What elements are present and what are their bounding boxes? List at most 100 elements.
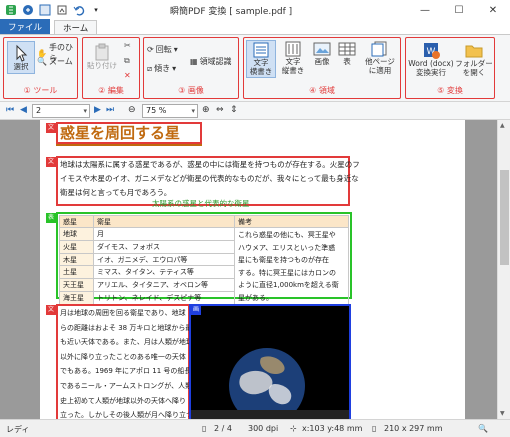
table-header-cell: 備考 bbox=[234, 215, 349, 228]
customize-chevron-icon[interactable]: ▾ bbox=[89, 3, 103, 17]
title-bar: ▾ 瞬簡PDF 変換 [ sample.pdf ] — ☐ ✕ bbox=[0, 0, 510, 20]
fit-width-icon[interactable]: ⇔ bbox=[216, 105, 224, 115]
status-page: 2 / 4 bbox=[214, 424, 232, 433]
pdf-page: 文 惑星を周回する星 文 地球は太陽系に属する惑星であるが、惑星の中には衛星を持… bbox=[40, 120, 465, 419]
tilt-button[interactable]: ⧄ 傾き ▾ bbox=[147, 63, 176, 74]
table-cell: 土星 bbox=[59, 265, 94, 280]
table-note-line: これら惑星の他にも、冥王星や bbox=[238, 231, 336, 239]
capture-icon[interactable] bbox=[55, 3, 69, 17]
copy-button[interactable]: ⧉ bbox=[124, 56, 130, 66]
zoom-level-value: 75 % bbox=[146, 106, 167, 115]
navigation-bar: ⏮ ◀ 2 ▾ ▶ ⏭ ⊖ 75 % ▾ ⊕ ⇔ ⇕ bbox=[0, 102, 510, 120]
tab-file[interactable]: ファイル bbox=[0, 19, 51, 34]
clipboard-icon bbox=[95, 43, 109, 61]
scrollbar-thumb[interactable] bbox=[500, 170, 509, 265]
text-vertical-label: 文字 縦書き bbox=[281, 57, 305, 75]
zoom-level-select[interactable]: 75 % ▾ bbox=[142, 104, 198, 118]
maximize-button[interactable]: ☐ bbox=[442, 0, 476, 20]
text-vertical-button[interactable]: 文字 縦書き bbox=[279, 41, 307, 75]
area-recognize-button[interactable]: ▦ 領域認識 bbox=[190, 56, 232, 67]
table-region-label: 表 bbox=[343, 57, 351, 66]
close-button[interactable]: ✕ bbox=[476, 0, 510, 20]
apply-pages-icon bbox=[371, 41, 387, 57]
ribbon: 選択 ✋ 手のひら 🔍 ズーム ① ツール 貼り付け ✂ ⧉ ✕ ② 編集 ⟳ 回転 ▾… bbox=[0, 35, 510, 102]
search-icon[interactable]: 🔍 bbox=[478, 424, 488, 433]
group-edit-label: ② 編集 bbox=[98, 86, 124, 95]
open-folder-label: フォルダー を開く bbox=[455, 59, 493, 77]
zoom-in-icon[interactable]: ⊕ bbox=[202, 105, 210, 115]
minimize-button[interactable]: — bbox=[408, 0, 442, 20]
status-bar: レディ ▯ 2 / 4 300 dpi ⊹ x:103 y:48 mm ▯ 21… bbox=[0, 419, 510, 437]
status-coord: x:103 y:48 mm bbox=[302, 424, 363, 433]
zoom-chevron-icon: ▾ bbox=[191, 107, 195, 115]
tilt-label: 傾き bbox=[154, 64, 171, 73]
table-header-cell: 衛星 bbox=[93, 215, 235, 228]
image-region-label: 画像 bbox=[314, 57, 330, 66]
fit-page-icon[interactable]: ⇕ bbox=[230, 105, 238, 115]
group-image: ⟳ 回転 ▾ ⧄ 傾き ▾ ▦ 領域認識 ③ 画像 bbox=[143, 37, 239, 99]
status-size: 210 x 297 mm bbox=[384, 424, 443, 433]
zoom-button[interactable]: 🔍 ズーム bbox=[37, 56, 73, 67]
scroll-up-icon[interactable]: ▲ bbox=[500, 122, 505, 129]
open-file-icon[interactable] bbox=[21, 3, 35, 17]
apply-other-pages-label: 他ページ に適用 bbox=[365, 57, 395, 75]
paragraph-2-line: でもある。1969 年にアポロ 11 号の船長 bbox=[60, 367, 192, 376]
cursor-coord-icon: ⊹ bbox=[290, 424, 297, 433]
undo-icon[interactable] bbox=[72, 3, 86, 17]
rotate-button[interactable]: ⟳ 回転 ▾ bbox=[147, 44, 178, 55]
tab-home[interactable]: ホーム bbox=[54, 20, 98, 34]
prev-page-button[interactable]: ◀ bbox=[20, 105, 27, 115]
page-number-input[interactable]: 2 ▾ bbox=[32, 104, 90, 118]
table-cell: 月 bbox=[93, 227, 235, 241]
table-icon bbox=[338, 42, 356, 56]
delete-button[interactable]: ✕ bbox=[124, 71, 131, 80]
paste-label: 貼り付け bbox=[87, 61, 117, 70]
last-page-button[interactable]: ⏭ bbox=[106, 105, 114, 115]
satellite-table: 惑星 衛星 備考 地球月これら惑星の他にも、冥王星や ハウメア、エリスといった準惑 星に… bbox=[59, 215, 349, 305]
text-horizontal-button[interactable]: 文字 横書き bbox=[246, 40, 276, 78]
table-note-line: 星にも衛星を持つものが存在 bbox=[238, 256, 329, 264]
paragraph-2-line: 史上初めて人類が地球以外の天体へ降り bbox=[60, 396, 186, 405]
table-note-cell: これら惑星の他にも、冥王星や ハウメア、エリスといった準惑 星にも衛星を持つものが存… bbox=[234, 227, 349, 305]
image-icon bbox=[313, 42, 331, 56]
vertical-scrollbar[interactable]: ▲ ▼ bbox=[497, 120, 510, 419]
table-cell: アリエル、タイタニア、オベロン等 bbox=[93, 278, 235, 293]
paragraph-2-line: であるニール・アームストロングが、人類 bbox=[60, 381, 193, 390]
table-cell: 地球 bbox=[59, 227, 94, 241]
heading-rule bbox=[56, 144, 202, 146]
status-mode: レディ bbox=[6, 425, 30, 434]
tilt-chevron-icon: ▾ bbox=[172, 64, 177, 73]
table-region-button[interactable]: 表 bbox=[336, 41, 358, 66]
table-note-line: ハウメア、エリスといった準惑 bbox=[238, 243, 336, 252]
apply-other-pages-button[interactable]: 他ページ に適用 bbox=[362, 41, 398, 75]
group-edit: 貼り付け ✂ ⧉ ✕ ② 編集 bbox=[82, 37, 140, 99]
group-region: 文字 横書き 文字 縦書き 画像 表 他ページ に適用 ④ 領域 bbox=[243, 37, 401, 99]
paste-button[interactable]: 貼り付け bbox=[85, 43, 119, 70]
status-dpi: 300 dpi bbox=[248, 424, 279, 433]
page-chevron-icon: ▾ bbox=[83, 107, 87, 115]
window-title: 瞬簡PDF 変換 [ sample.pdf ] bbox=[170, 7, 293, 17]
table-cell: 木星 bbox=[59, 252, 94, 267]
region-image[interactable] bbox=[189, 304, 351, 419]
text-vertical-icon bbox=[285, 41, 301, 57]
open-folder-button[interactable]: フォルダー を開く bbox=[455, 41, 493, 77]
convert-word-button[interactable]: W Word (docx) 変換実行 bbox=[408, 41, 454, 77]
rotate-icon: ⟳ bbox=[147, 45, 154, 54]
text-region-tag-icon: 文 bbox=[46, 157, 56, 167]
table-row: 地球月これら惑星の他にも、冥王星や ハウメア、エリスといった準惑 星にも衛星を持つも… bbox=[59, 227, 349, 305]
select-tool-icon[interactable] bbox=[38, 3, 52, 17]
image-region-button[interactable]: 画像 bbox=[310, 41, 334, 66]
table-caption: 太陽系の惑星と代表的な衛星 bbox=[152, 199, 250, 208]
table-region-tag-icon: 表 bbox=[46, 213, 56, 223]
next-page-button[interactable]: ▶ bbox=[94, 105, 101, 115]
scroll-down-icon[interactable]: ▼ bbox=[500, 410, 505, 417]
image-region-tag-icon: 画 bbox=[191, 305, 201, 315]
paragraph-1: 地球は太陽系に属する惑星であるが、惑星の中には衛星を持つものが存在する。火星のフ… bbox=[60, 158, 360, 200]
zoom-out-icon[interactable]: ⊖ bbox=[128, 105, 136, 115]
paragraph-2: 月は地球の周囲を回る衛星であり、地球 らの距離はおよそ 38 万キロと地球から最… bbox=[60, 306, 193, 419]
select-button[interactable]: 選択 bbox=[7, 41, 35, 74]
folder-icon bbox=[465, 45, 483, 58]
first-page-button[interactable]: ⏮ bbox=[6, 105, 14, 115]
cut-button[interactable]: ✂ bbox=[124, 41, 131, 50]
document-view[interactable]: 文 惑星を周回する星 文 地球は太陽系に属する惑星であるが、惑星の中には衛星を持… bbox=[0, 120, 497, 419]
